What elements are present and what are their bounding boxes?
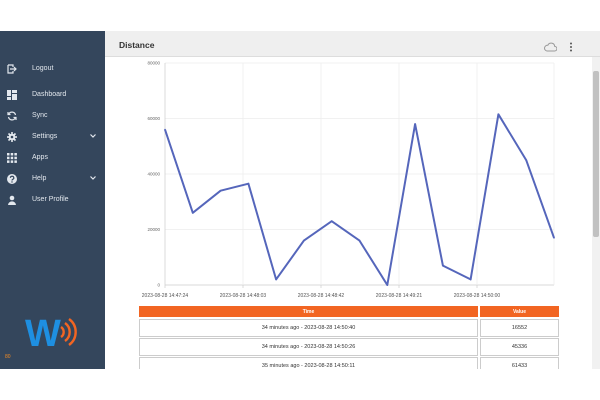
chevron-down-icon xyxy=(89,132,97,140)
data-point xyxy=(414,123,416,125)
cell-time: 34 minutes ago - 2023-08-28 14:50:26 xyxy=(139,338,478,356)
sidebar-item-settings[interactable]: Settings xyxy=(0,128,105,146)
sync-icon xyxy=(7,111,17,121)
table-row: 35 minutes ago - 2023-08-28 14:50:11 614… xyxy=(139,357,559,369)
data-point xyxy=(275,278,277,281)
main-content: 0 20000 40000 60000 80000 2023-08-28 14:47:2… xyxy=(105,57,592,369)
chevron-down-icon xyxy=(89,174,97,182)
data-point xyxy=(191,212,194,214)
sidebar-item-label: Help xyxy=(32,175,47,182)
cell-value: 45336 xyxy=(480,338,559,356)
y-tick-label: 0 xyxy=(157,283,160,288)
table-row: 34 minutes ago - 2023-08-28 14:50:40 165… xyxy=(139,319,559,337)
sidebar-item-label: Apps xyxy=(32,154,48,161)
bottom-margin xyxy=(0,369,600,400)
series-line xyxy=(164,113,555,286)
column-header-time[interactable]: Time xyxy=(139,306,478,317)
table-row: 34 minutes ago - 2023-08-28 14:50:26 453… xyxy=(139,338,559,356)
sidebar-item-sync[interactable]: Sync xyxy=(0,107,105,125)
brand-logo: W xyxy=(25,313,81,355)
data-point xyxy=(525,159,528,161)
cloud-icon[interactable] xyxy=(544,39,558,52)
sidebar: Logout Dashboard Sync Settings Apps Help… xyxy=(0,31,105,369)
x-tick-label: 2023-08-28 14:47:24 xyxy=(142,293,189,299)
data-point xyxy=(497,113,500,116)
cell-time: 35 minutes ago - 2023-08-28 14:50:11 xyxy=(139,357,478,369)
sidebar-item-dashboard[interactable]: Dashboard xyxy=(0,86,105,104)
data-point xyxy=(469,278,472,281)
user-icon xyxy=(7,195,17,205)
brand-logo-letter: W xyxy=(25,314,61,354)
y-tick-label: 40000 xyxy=(147,172,160,177)
gear-icon xyxy=(7,132,17,142)
top-margin xyxy=(0,0,600,31)
data-point xyxy=(164,128,166,131)
data-point xyxy=(442,264,444,267)
sidebar-item-label: Logout xyxy=(32,65,54,72)
sidebar-item-help[interactable]: Help xyxy=(0,170,105,188)
data-point xyxy=(386,284,389,286)
logout-icon xyxy=(7,64,17,74)
x-tick-label: 2023-08-28 14:49:21 xyxy=(376,293,423,299)
dashboard-icon xyxy=(7,90,17,100)
data-point xyxy=(358,239,361,242)
x-tick-label: 2023-08-28 14:48:03 xyxy=(220,293,267,299)
table-header: Time Value xyxy=(139,306,559,317)
x-tick-label: 2023-08-28 14:48:42 xyxy=(298,293,345,299)
y-tick-label: 20000 xyxy=(147,227,160,232)
data-point xyxy=(303,239,305,242)
help-icon xyxy=(7,174,17,184)
sidebar-item-label: Sync xyxy=(32,112,48,119)
kebab-menu-icon[interactable] xyxy=(567,39,575,52)
cell-value: 16552 xyxy=(480,319,559,337)
scrollbar-thumb[interactable] xyxy=(593,71,599,237)
sidebar-item-user-profile[interactable]: User Profile xyxy=(0,191,105,209)
app-window: Logout Dashboard Sync Settings Apps Help… xyxy=(0,0,600,400)
data-point xyxy=(219,189,222,192)
distance-chart: 0 20000 40000 60000 80000 2023-08-28 14:47:2… xyxy=(142,61,555,299)
sidebar-corner-text: 80 xyxy=(5,354,11,360)
sidebar-item-logout[interactable]: Logout xyxy=(0,60,105,78)
y-tick-label: 80000 xyxy=(147,61,160,66)
apps-grid-icon xyxy=(7,153,17,163)
sidebar-item-label: Dashboard xyxy=(32,91,67,98)
cell-time: 34 minutes ago - 2023-08-28 14:50:40 xyxy=(139,319,478,337)
x-tick-label: 2023-08-28 14:50:00 xyxy=(454,293,501,299)
data-point xyxy=(330,220,333,222)
y-tick-label: 60000 xyxy=(147,116,160,121)
page-title: Distance xyxy=(119,40,155,50)
page-header: Distance xyxy=(105,31,600,57)
column-header-value[interactable]: Value xyxy=(480,306,559,317)
sidebar-item-label: Settings xyxy=(32,133,58,140)
data-point xyxy=(247,182,250,185)
sidebar-item-apps[interactable]: Apps xyxy=(0,149,105,167)
data-point xyxy=(553,237,555,239)
cell-value: 61433 xyxy=(480,357,559,369)
sidebar-item-label: User Profile xyxy=(32,196,69,203)
